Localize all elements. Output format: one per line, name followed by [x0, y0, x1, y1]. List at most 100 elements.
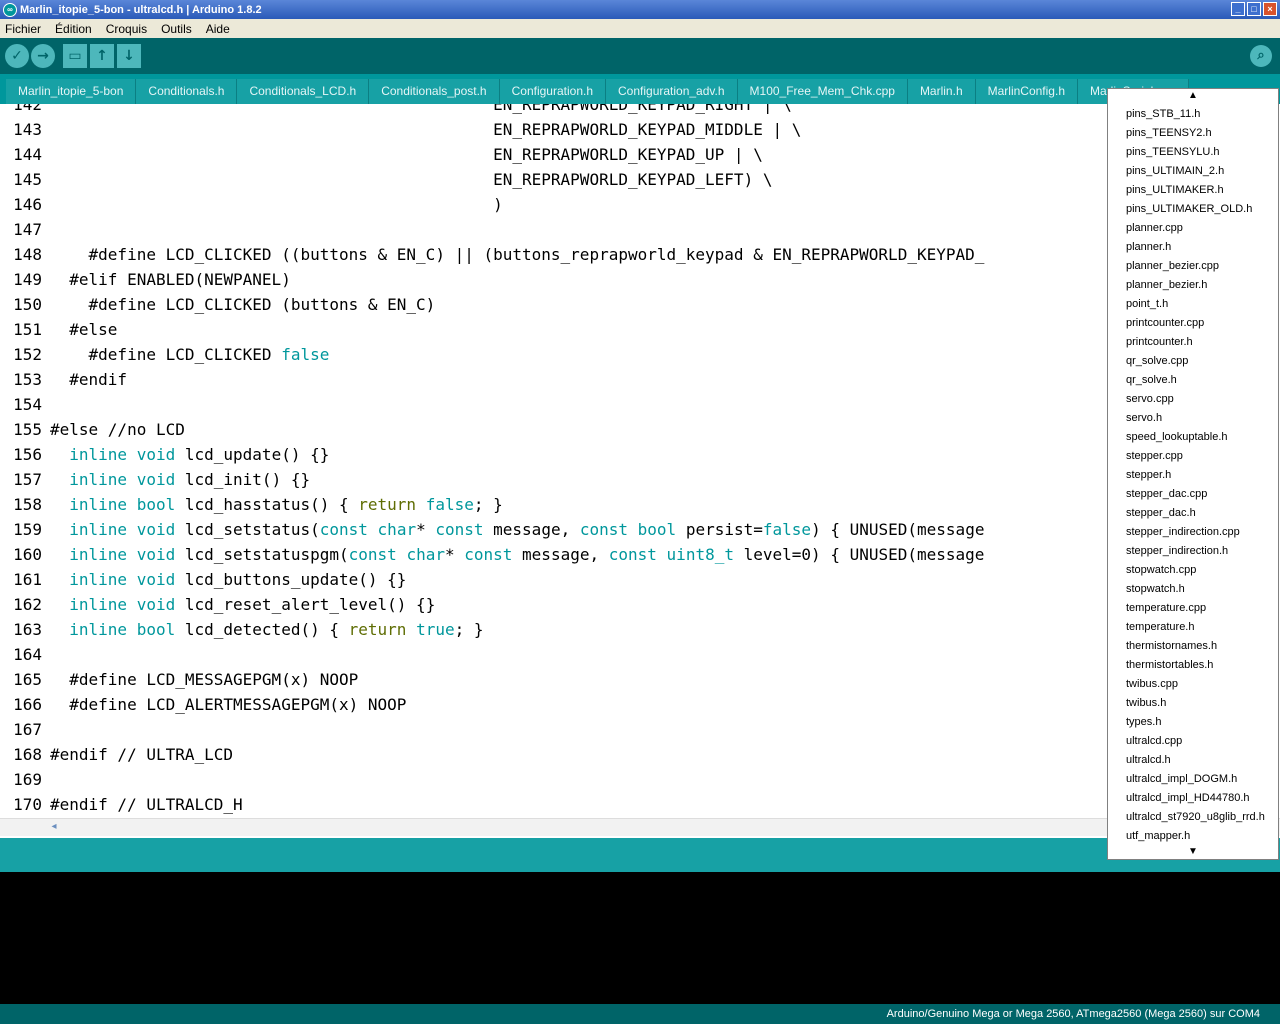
serial-monitor-icon[interactable]: ⌕: [1250, 45, 1272, 67]
maximize-button[interactable]: □: [1247, 2, 1261, 16]
code-text: inline bool lcd_detected() { return true…: [50, 617, 484, 642]
line-number: 166: [13, 695, 42, 714]
code-editor[interactable]: 142 EN_REPRAPWORLD_KEYPAD_RIGHT | \ 143 E…: [0, 104, 1280, 820]
code-text: EN_REPRAPWORLD_KEYPAD_MIDDLE | \: [50, 117, 801, 142]
line-number: 168: [13, 745, 42, 764]
code-token: bool: [637, 520, 677, 539]
upload-button[interactable]: →: [31, 44, 55, 68]
tab-configuration-adv[interactable]: Configuration_adv.h: [606, 79, 738, 104]
window-title: Marlin_itopie_5-bon - ultralcd.h | Ardui…: [20, 3, 262, 16]
menu-outils[interactable]: Outils: [161, 22, 192, 36]
dropdown-item[interactable]: stepper_indirection.cpp: [1108, 523, 1278, 542]
dropdown-item[interactable]: twibus.h: [1108, 694, 1278, 713]
dropdown-item[interactable]: pins_ULTIMAIN_2.h: [1108, 162, 1278, 181]
dropdown-item[interactable]: qr_solve.cpp: [1108, 352, 1278, 371]
menu-croquis[interactable]: Croquis: [106, 22, 147, 36]
line-number: 162: [13, 595, 42, 614]
dropdown-item[interactable]: utf_mapper.h: [1108, 827, 1278, 846]
dropdown-item[interactable]: ultralcd_impl_HD44780.h: [1108, 789, 1278, 808]
code-line: 149 #elif ENABLED(NEWPANEL): [0, 267, 1280, 292]
dropdown-item[interactable]: twibus.cpp: [1108, 675, 1278, 694]
tab-marlinconfig[interactable]: MarlinConfig.h: [975, 79, 1078, 104]
dropdown-item[interactable]: ultralcd_st7920_u8glib_rrd.h: [1108, 808, 1278, 827]
code-token: #endif: [50, 370, 128, 389]
dropdown-item[interactable]: speed_lookuptable.h: [1108, 428, 1278, 447]
code-line: 146 ): [0, 192, 1280, 217]
dropdown-item[interactable]: stepper.h: [1108, 466, 1278, 485]
dropdown-item[interactable]: pins_ULTIMAKER_OLD.h: [1108, 200, 1278, 219]
tab-m100-free-mem[interactable]: M100_Free_Mem_Chk.cpp: [737, 79, 908, 104]
horizontal-scrollbar[interactable]: ◂: [0, 818, 1280, 836]
dropdown-item[interactable]: ultralcd.h: [1108, 751, 1278, 770]
menu-aide[interactable]: Aide: [206, 22, 230, 36]
dropdown-item[interactable]: thermistornames.h: [1108, 637, 1278, 656]
console-output[interactable]: [0, 872, 1280, 1004]
code-token: ): [50, 195, 503, 214]
dropdown-item[interactable]: stopwatch.cpp: [1108, 561, 1278, 580]
dropdown-item[interactable]: pins_TEENSYLU.h: [1108, 143, 1278, 162]
dropdown-item[interactable]: pins_ULTIMAKER.h: [1108, 181, 1278, 200]
line-number: 164: [13, 645, 42, 664]
menu-edition[interactable]: Édition: [55, 22, 92, 36]
minimize-button[interactable]: _: [1231, 2, 1245, 16]
tab-configuration[interactable]: Configuration.h: [499, 79, 606, 104]
save-sketch-button[interactable]: ↓: [117, 44, 141, 68]
open-sketch-button[interactable]: ↑: [90, 44, 114, 68]
code-token: inline: [69, 595, 128, 614]
dropdown-item[interactable]: planner.cpp: [1108, 219, 1278, 238]
dropdown-item[interactable]: qr_solve.h: [1108, 371, 1278, 390]
line-number: 165: [13, 670, 42, 689]
dropdown-item[interactable]: servo.cpp: [1108, 390, 1278, 409]
board-info: Arduino/Genuino Mega or Mega 2560, ATmeg…: [886, 1008, 1260, 1020]
menu-fichier[interactable]: Fichier: [5, 22, 41, 36]
dropdown-item[interactable]: planner_bezier.h: [1108, 276, 1278, 295]
code-text: #else //no LCD: [50, 417, 185, 442]
code-token: void: [136, 570, 176, 589]
dropdown-item[interactable]: stepper_dac.h: [1108, 504, 1278, 523]
dropdown-item[interactable]: planner.h: [1108, 238, 1278, 257]
dropdown-item[interactable]: stopwatch.h: [1108, 580, 1278, 599]
dropdown-item[interactable]: stepper_indirection.h: [1108, 542, 1278, 561]
scroll-left-icon[interactable]: ◂: [48, 821, 60, 833]
menu-bar: Fichier Édition Croquis Outils Aide: [0, 19, 1280, 38]
code-token: ; }: [454, 620, 484, 639]
dropdown-item[interactable]: planner_bezier.cpp: [1108, 257, 1278, 276]
dropdown-item[interactable]: printcounter.h: [1108, 333, 1278, 352]
tab-marlin-h[interactable]: Marlin.h: [907, 79, 976, 104]
dropdown-item[interactable]: stepper.cpp: [1108, 447, 1278, 466]
dropdown-item[interactable]: ultralcd_impl_DOGM.h: [1108, 770, 1278, 789]
dropdown-item[interactable]: servo.h: [1108, 409, 1278, 428]
dropdown-item[interactable]: pins_STB_11.h: [1108, 105, 1278, 124]
dropdown-item[interactable]: point_t.h: [1108, 295, 1278, 314]
code-line: 145 EN_REPRAPWORLD_KEYPAD_LEFT) \: [0, 167, 1280, 192]
scroll-up-icon[interactable]: ▲: [1108, 89, 1278, 103]
line-number: 143: [13, 120, 42, 139]
dropdown-item[interactable]: temperature.h: [1108, 618, 1278, 637]
code-token: return: [348, 620, 407, 639]
tab-conditionals[interactable]: Conditionals.h: [136, 79, 238, 104]
new-sketch-button[interactable]: ▭: [63, 44, 87, 68]
dropdown-item[interactable]: printcounter.cpp: [1108, 314, 1278, 333]
dropdown-item[interactable]: stepper_dac.cpp: [1108, 485, 1278, 504]
code-token: #endif // ULTRALCD_H: [50, 795, 243, 814]
dropdown-item[interactable]: pins_TEENSY2.h: [1108, 124, 1278, 143]
code-token: #endif // ULTRA_LCD: [50, 745, 234, 764]
line-number: 160: [13, 545, 42, 564]
code-token: *: [444, 545, 465, 564]
tab-marlin-itopie[interactable]: Marlin_itopie_5-bon: [6, 79, 137, 104]
dropdown-item[interactable]: temperature.cpp: [1108, 599, 1278, 618]
dropdown-item[interactable]: ultralcd.cpp: [1108, 732, 1278, 751]
verify-button[interactable]: ✓: [5, 44, 29, 68]
code-line: 151 #else: [0, 317, 1280, 342]
dropdown-item[interactable]: thermistortables.h: [1108, 656, 1278, 675]
scroll-down-icon[interactable]: ▼: [1108, 845, 1278, 859]
tab-conditionals-post[interactable]: Conditionals_post.h: [369, 79, 500, 104]
tab-conditionals-lcd[interactable]: Conditionals_LCD.h: [237, 79, 370, 104]
tab-list-dropdown[interactable]: ▲ pins_STB_11.h pins_TEENSY2.h pins_TEENSY…: [1107, 88, 1279, 860]
code-token: void: [136, 470, 176, 489]
dropdown-item[interactable]: types.h: [1108, 713, 1278, 732]
code-token: inline: [69, 570, 128, 589]
close-button[interactable]: ×: [1263, 2, 1277, 16]
code-line: 155 #else //no LCD: [0, 417, 1280, 442]
